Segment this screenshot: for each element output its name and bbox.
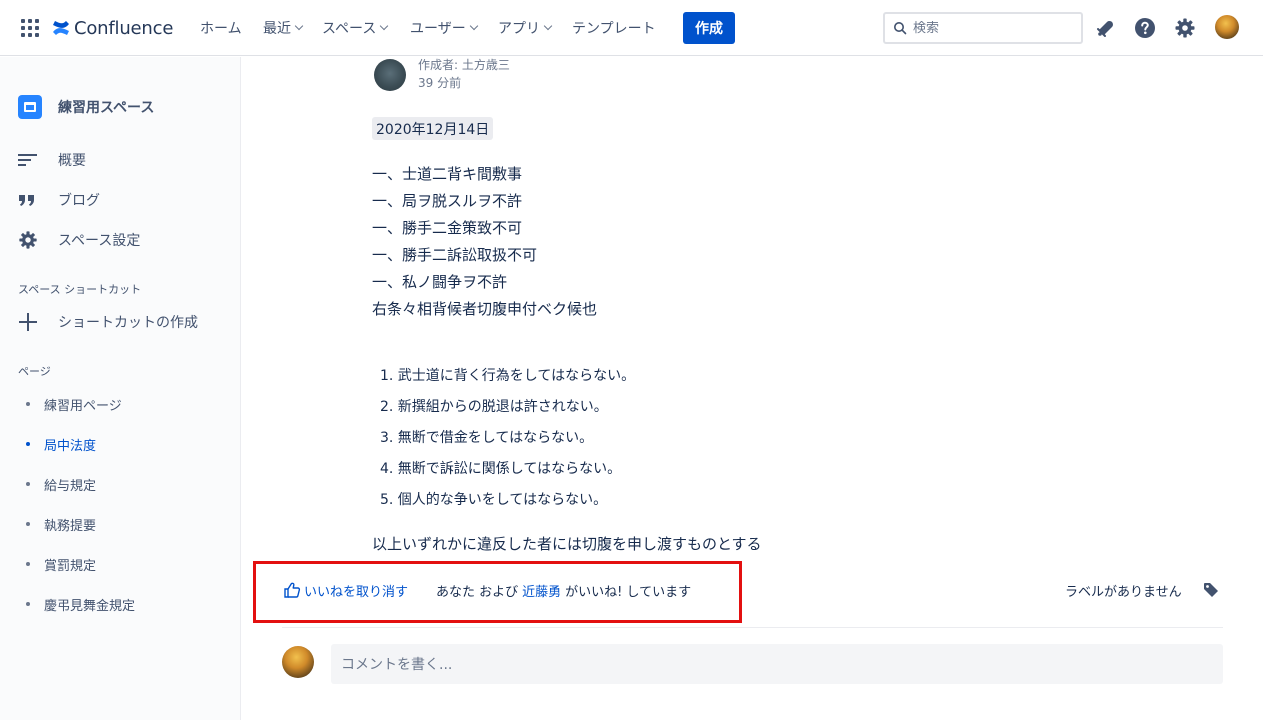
create-button[interactable]: 作成: [683, 12, 735, 44]
sidebar-item-blog[interactable]: ブログ: [18, 189, 100, 211]
page-tree-item[interactable]: 給与規定: [26, 474, 96, 494]
bullet-icon: [26, 402, 30, 406]
search-box[interactable]: [883, 12, 1083, 44]
nav-apps-label: アプリ: [498, 21, 540, 37]
sidebar-item-label: 概要: [58, 153, 86, 169]
nav-people-label: ユーザー: [410, 21, 466, 37]
nav-apps[interactable]: アプリ: [498, 17, 553, 39]
sidebar-item-space-settings[interactable]: スペース設定: [18, 229, 140, 251]
nav-recent[interactable]: 最近: [263, 17, 304, 39]
likes-suffix: がいいね! しています: [565, 584, 692, 600]
profile-avatar[interactable]: [1215, 15, 1239, 39]
unlike-button[interactable]: いいねを取り消す: [283, 579, 408, 601]
sidebar: 練習用スペース 概要 ブログ スペース設定 スペース ショートカット ショートカ…: [0, 57, 241, 720]
notifications-icon[interactable]: [1093, 16, 1117, 40]
sidebar-item-label: スペース設定: [58, 233, 141, 249]
commenter-avatar: [282, 646, 314, 678]
settings-icon[interactable]: [1173, 16, 1197, 40]
pages-heading: ページ: [18, 365, 51, 378]
gear-icon: [18, 229, 42, 251]
search-input[interactable]: [913, 20, 1063, 36]
original-text-line: 一、士道二背キ間敷事: [372, 165, 523, 183]
post-time: 39 分前: [418, 76, 462, 90]
nav-home[interactable]: ホーム: [200, 17, 242, 39]
space-icon: [18, 95, 42, 119]
chevron-down-icon: [294, 21, 304, 31]
page-tree-item[interactable]: 執務提要: [26, 514, 96, 534]
likes-summary: あなた および 近藤勇 がいいね! しています: [436, 579, 691, 601]
confluence-logo-icon: [53, 21, 69, 35]
original-text-line: 一、局ヲ脱スルヲ不許: [372, 192, 523, 210]
no-labels-text: ラベルがありません: [1065, 584, 1182, 600]
page-tree-label: 執務提要: [44, 518, 97, 534]
space-name: 練習用スペース: [58, 100, 155, 116]
confluence-logo[interactable]: Confluence: [51, 15, 173, 41]
page-tree-label: 慶弔見舞金規定: [44, 598, 136, 614]
create-shortcut-label: ショートカットの作成: [58, 315, 198, 331]
comment-input[interactable]: コメントを書く...: [331, 644, 1223, 684]
logo-text: Confluence: [74, 17, 174, 39]
sidebar-item-label: ブログ: [58, 193, 100, 209]
page-tree-label: 局中法度: [44, 438, 97, 454]
chevron-down-icon: [380, 21, 389, 31]
bullet-icon: [26, 522, 30, 526]
original-text-line: 一、私ノ闘争ヲ不許: [372, 273, 508, 291]
sidebar-item-overview[interactable]: 概要: [18, 149, 86, 171]
page-tree-item-active[interactable]: 局中法度: [26, 434, 96, 454]
likes-prefix: あなた および: [436, 584, 519, 600]
list-item: 1. 武士道に背く行為をしてはならない。: [380, 368, 636, 384]
chevron-down-icon: [543, 21, 553, 31]
thumbs-up-icon: [284, 582, 301, 598]
nav-recent-label: 最近: [263, 21, 291, 37]
page-tree-label: 給与規定: [44, 478, 97, 494]
create-shortcut-button[interactable]: ショートカットの作成: [18, 311, 198, 333]
nav-templates-label: テンプレート: [572, 21, 656, 37]
nav-people[interactable]: ユーザー: [410, 17, 478, 39]
shortcuts-heading: スペース ショートカット: [18, 283, 142, 296]
author-byline[interactable]: 作成者: 土方歳三: [418, 56, 510, 73]
overview-icon: [18, 149, 42, 171]
bullet-icon: [26, 482, 30, 486]
author-avatar[interactable]: [374, 59, 406, 91]
liker-link[interactable]: 近藤勇: [522, 581, 561, 600]
space-header[interactable]: 練習用スペース: [18, 95, 154, 119]
divider: [282, 627, 1223, 628]
top-navigation: Confluence ホーム 最近 スペース ユーザー アプリ テンプレート 作…: [0, 0, 1263, 56]
search-icon: [894, 22, 907, 35]
unlike-label: いいねを取り消す: [304, 584, 409, 600]
page-tree-item[interactable]: 賞罰規定: [26, 554, 96, 574]
original-text-line: 一、勝手二訴訟取扱不可: [372, 246, 538, 264]
nav-spaces[interactable]: スペース: [322, 17, 389, 39]
nav-spaces-label: スペース: [322, 21, 377, 37]
page-tree-item[interactable]: 練習用ページ: [26, 394, 122, 414]
date-lozenge: 2020年12月14日: [372, 117, 494, 140]
nav-home-label: ホーム: [200, 21, 242, 37]
page-tree-label: 練習用ページ: [44, 398, 122, 414]
list-item: 3. 無断で借金をしてはならない。: [380, 430, 594, 446]
label-tag-icon[interactable]: [1203, 582, 1219, 598]
closing-text: 以上いずれかに違反した者には切腹を申し渡すものとする: [372, 535, 762, 553]
bullet-icon: [26, 442, 30, 446]
nav-templates[interactable]: テンプレート: [572, 17, 656, 39]
list-item: 2. 新撰組からの脱退は許されない。: [380, 399, 608, 415]
quote-icon: [18, 189, 42, 211]
page-tree-label: 賞罰規定: [44, 558, 97, 574]
original-text-line: 右条々相背候者切腹申付ベク候也: [372, 300, 598, 318]
list-item: 5. 個人的な争いをしてはならない。: [380, 492, 608, 508]
chevron-down-icon: [469, 21, 478, 31]
help-icon[interactable]: [1133, 16, 1157, 40]
page-tree-item[interactable]: 慶弔見舞金規定: [26, 594, 135, 614]
list-item: 4. 無断で訴訟に関係してはならない。: [380, 461, 622, 477]
original-text-line: 一、勝手二金策致不可: [372, 219, 523, 237]
bullet-icon: [26, 602, 30, 606]
plus-icon: [18, 311, 42, 333]
apps-grid-icon[interactable]: [21, 19, 39, 37]
bullet-icon: [26, 562, 30, 566]
